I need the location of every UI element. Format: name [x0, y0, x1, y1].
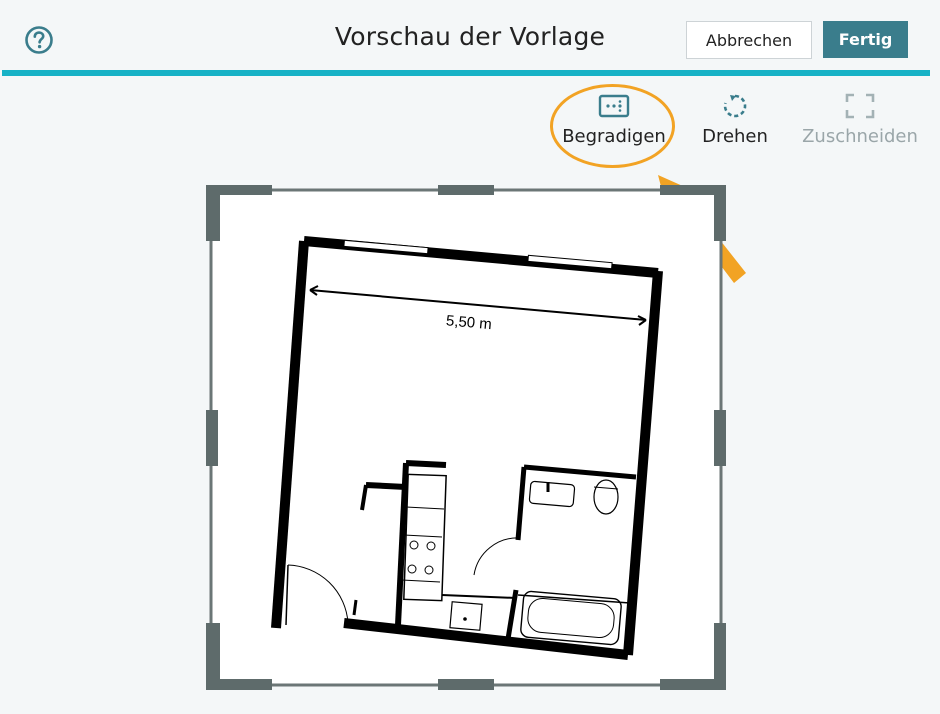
header-accent-bar: [2, 70, 930, 76]
done-button[interactable]: Fertig: [823, 21, 908, 58]
handle-middle-left[interactable]: [206, 410, 218, 466]
cancel-button[interactable]: Abbrechen: [686, 21, 812, 59]
handle-bottom-center[interactable]: [438, 679, 494, 690]
crop-button[interactable]: Zuschneiden: [800, 92, 920, 147]
rotate-label: Drehen: [702, 126, 768, 147]
rotate-button[interactable]: Drehen: [695, 92, 775, 147]
header-bar: Vorschau der Vorlage Abbrechen Fertig: [0, 0, 940, 70]
template-preview: 5,50 m: [206, 185, 726, 690]
straighten-highlight-ring: [550, 84, 675, 168]
crop-icon: [845, 93, 875, 119]
rotate-icon: [723, 94, 747, 118]
crop-label: Zuschneiden: [802, 126, 918, 147]
handle-middle-right[interactable]: [714, 410, 726, 466]
handle-top-center[interactable]: [438, 185, 494, 195]
